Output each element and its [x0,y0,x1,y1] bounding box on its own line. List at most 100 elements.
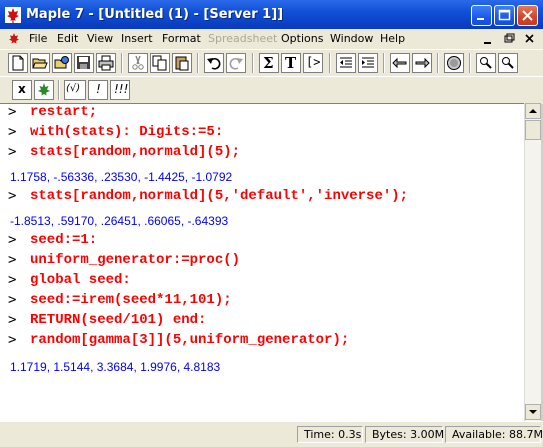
menu-spreadsheet: Spreadsheet [208,32,278,45]
stop-button[interactable] [444,53,464,73]
menu-window[interactable]: Window [330,32,373,45]
text-input-button[interactable]: T [281,53,301,73]
menu-edit[interactable]: Edit [57,32,78,45]
save-button[interactable] [74,53,94,73]
toolbar-separator [252,53,254,73]
maple-output: 1.1719, 1.5144, 3.3684, 1.9976, 4.8183 [10,360,221,374]
open-button[interactable] [30,53,50,73]
sigma-icon: Σ [263,54,274,72]
math-input-button[interactable]: Σ [259,53,279,73]
redo-icon [229,58,243,70]
back-icon [392,57,407,69]
menu-format[interactable]: Format [162,32,201,45]
close-button[interactable] [517,5,538,26]
maple-input[interactable]: uniform_generator:=proc() [30,252,240,268]
prompt-symbol: > [8,292,17,308]
status-available: Available: 88.7M [445,426,543,443]
maximize-button[interactable] [494,5,515,26]
maple-input[interactable]: seed:=1: [30,232,97,248]
input-line[interactable]: > with(stats): Digits:=5: [0,124,520,144]
input-line[interactable]: > random[gamma[3]](5,uniform_generator); [0,332,520,352]
scroll-down-arrow[interactable] [525,404,541,420]
maple-input[interactable]: seed:=irem(seed*11,101); [30,292,232,308]
cut-icon [132,55,144,70]
maple-input[interactable]: stats[random,normald](5); [30,144,240,160]
paren-label: (√) [66,83,81,94]
zoom-out-button[interactable] [498,53,518,73]
status-time: Time: 0.3s [297,426,363,443]
x-button[interactable]: x [12,80,32,100]
open-url-button[interactable] [52,53,72,73]
forward-icon [415,57,430,69]
indent-icon [362,57,374,68]
status-bytes: Bytes: 3.00M [365,426,444,443]
menu-bar: File Edit View Insert Format Spreadsheet… [0,29,543,49]
input-line[interactable]: > RETURN(seed/101) end: [0,312,520,332]
undo-button[interactable] [204,53,224,73]
maple-output: -1.8513, .59170, .26451, .66065, -.64393 [10,214,229,228]
status-bar: Time: 0.3s Bytes: 3.00M Available: 88.7M [0,421,543,447]
output-line: 1.1719, 1.5144, 3.3684, 1.9976, 4.8183 [0,358,520,378]
menu-help[interactable]: Help [380,32,405,45]
document-window-controls[interactable] [479,31,539,47]
execute-button[interactable]: ! [88,80,108,100]
menu-options[interactable]: Options [281,32,323,45]
toolbar-separator [469,53,471,73]
maple-input[interactable]: global seed: [30,272,131,288]
print-button[interactable] [96,53,116,73]
maple-input[interactable]: stats[random,normald](5,'default','inver… [30,188,408,204]
worksheet[interactable]: > restart; > with(stats): Digits:=5: > stats[… [0,103,524,422]
context-toolbar: x (√) ! !!! [0,76,543,104]
menu-view[interactable]: View [87,32,113,45]
prompt-symbol: > [8,252,17,268]
open-url-icon [54,56,69,69]
output-line: -1.8513, .59170, .26451, .66065, -.64393 [0,212,520,232]
maple-input[interactable]: with(stats): Digits:=5: [30,124,223,140]
execution-group-button[interactable]: [> [303,53,323,73]
copy-icon [152,55,167,71]
scroll-up-arrow[interactable] [525,103,541,119]
forward-button[interactable] [412,53,432,73]
maple-input[interactable]: random[gamma[3]](5,uniform_generator); [30,332,349,348]
maple-window: Maple 7 - [Untitled (1) - [Server 1]] Fi… [0,0,543,447]
indent-button[interactable] [358,53,378,73]
stop-icon [447,56,461,70]
copy-button[interactable] [150,53,170,73]
input-line[interactable]: > seed:=1: [0,232,520,252]
minimize-button[interactable] [471,5,492,26]
prompt-symbol: > [8,332,17,348]
input-line[interactable]: > restart; [0,104,520,124]
vertical-scrollbar[interactable] [524,103,541,421]
input-line[interactable]: > stats[random,normald](5,'default','inve… [0,188,520,208]
exclaim-label: ! [96,82,101,96]
input-line[interactable]: > seed:=irem(seed*11,101); [0,292,520,312]
cut-button[interactable] [128,53,148,73]
maple-input[interactable]: RETURN(seed/101) end: [30,312,206,328]
sqrt-button[interactable]: (√) [64,80,86,100]
toolbar-separator [197,53,199,73]
input-line[interactable]: > uniform_generator:=proc() [0,252,520,272]
scroll-thumb[interactable] [525,120,541,140]
maple-leaf-icon [5,7,21,23]
input-line[interactable]: > global seed: [0,272,520,292]
outdent-icon [340,57,352,68]
maple-leaf-button[interactable] [34,80,54,100]
zoom-in-button[interactable] [476,53,496,73]
input-line[interactable]: > stats[random,normald](5); [0,144,520,164]
zoom-out-icon [502,57,514,69]
prompt-symbol: > [8,232,17,248]
redo-button[interactable] [226,53,246,73]
toolbar-separator [437,53,439,73]
execute-all-button[interactable]: !!! [110,80,130,100]
triple-label: !!! [114,82,129,96]
prompt-symbol: > [8,104,17,120]
new-document-button[interactable] [8,53,28,73]
outdent-button[interactable] [336,53,356,73]
document-maple-icon[interactable] [6,31,22,47]
menu-file[interactable]: File [29,32,47,45]
paste-button[interactable] [172,53,192,73]
back-button[interactable] [390,53,410,73]
title-bar[interactable]: Maple 7 - [Untitled (1) - [Server 1]] [0,0,543,29]
maple-input[interactable]: restart; [30,104,97,120]
menu-insert[interactable]: Insert [121,32,153,45]
